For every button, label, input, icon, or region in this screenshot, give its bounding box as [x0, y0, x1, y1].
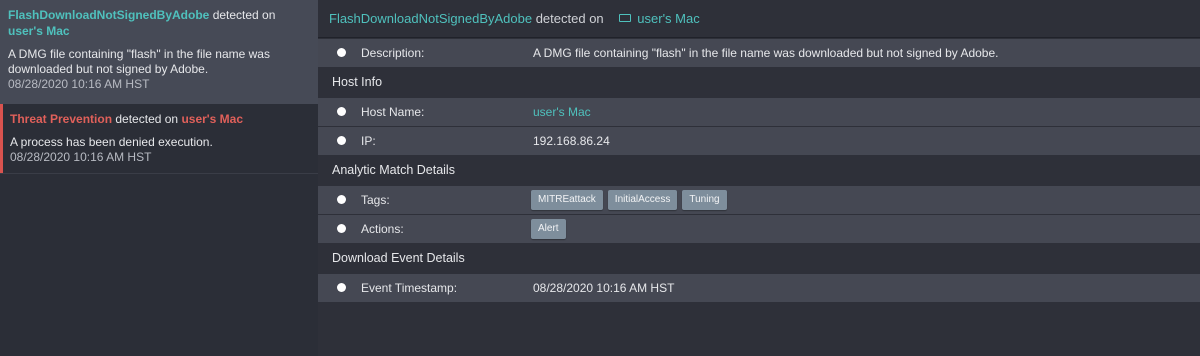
actions-label: Actions:: [361, 222, 404, 236]
tag-chip[interactable]: InitialAccess: [607, 190, 678, 210]
alert-description: A process has been denied execution.: [10, 135, 213, 149]
tags-row: Tags: MITREattack InitialAccess Tuning: [318, 186, 1200, 214]
alert-time: 08/28/2020 10:16 AM HST: [8, 77, 150, 91]
description-label: Description:: [361, 46, 425, 60]
alert-name[interactable]: Threat Prevention: [10, 112, 112, 126]
bullet-icon: [337, 224, 346, 233]
event-timestamp-row: Event Timestamp: 08/28/2020 10:16 AM HST: [318, 274, 1200, 302]
tag-chip[interactable]: MITREattack: [531, 190, 603, 210]
host-name-row: Host Name: user's Mac: [318, 98, 1200, 126]
alert-time: 08/28/2020 10:16 AM HST: [10, 150, 152, 164]
detail-header: FlashDownloadNotSignedByAdobe detected o…: [318, 0, 1200, 38]
detail-detected-on: detected on: [535, 11, 604, 26]
description-value: A DMG file containing "flash" in the fil…: [533, 46, 999, 60]
alert-host[interactable]: user's Mac: [181, 112, 243, 126]
bullet-icon: [337, 283, 346, 292]
detail-host-link[interactable]: user's Mac: [637, 11, 699, 26]
alert-list-item-threat-prevention[interactable]: Threat Prevention detected on user's Mac…: [0, 104, 318, 174]
alert-title: Threat Prevention detected on user's Mac: [10, 111, 310, 127]
host-name-label: Host Name:: [361, 105, 425, 119]
host-info-heading: Host Info: [332, 75, 383, 89]
bullet-icon: [337, 48, 346, 57]
actions-row: Actions: Alert: [318, 215, 1200, 243]
ip-label: IP:: [361, 134, 376, 148]
description-row: Description: A DMG file containing "flas…: [318, 39, 1200, 67]
ip-value: 192.168.86.24: [533, 134, 610, 148]
detail-alert-name[interactable]: FlashDownloadNotSignedByAdobe: [329, 11, 532, 26]
action-chip[interactable]: Alert: [531, 219, 566, 239]
alert-description: A DMG file containing "flash" in the fil…: [8, 47, 270, 76]
alert-list: FlashDownloadNotSignedByAdobe detected o…: [0, 0, 318, 356]
action-list: Alert: [531, 219, 566, 239]
alert-title: FlashDownloadNotSignedByAdobe detected o…: [8, 7, 310, 39]
host-name-link[interactable]: user's Mac: [533, 105, 591, 119]
tag-chip[interactable]: Tuning: [682, 190, 727, 210]
event-timestamp-label: Event Timestamp:: [361, 281, 458, 295]
ip-row: IP: 192.168.86.24: [318, 127, 1200, 155]
detected-on-text: detected on: [115, 112, 179, 126]
tag-list: MITREattack InitialAccess Tuning: [531, 190, 727, 210]
download-event-heading: Download Event Details: [332, 251, 465, 265]
alert-list-item-flash[interactable]: FlashDownloadNotSignedByAdobe detected o…: [0, 0, 318, 104]
bullet-icon: [337, 195, 346, 204]
alert-host[interactable]: user's Mac: [8, 24, 70, 38]
severity-bar: [0, 104, 3, 173]
bullet-icon: [337, 107, 346, 116]
detected-on-text: detected on: [212, 8, 276, 22]
analytic-match-heading: Analytic Match Details: [332, 163, 455, 177]
tags-label: Tags:: [361, 193, 390, 207]
alert-name[interactable]: FlashDownloadNotSignedByAdobe: [8, 8, 209, 22]
event-timestamp-value: 08/28/2020 10:16 AM HST: [533, 281, 675, 295]
alert-detail-panel: FlashDownloadNotSignedByAdobe detected o…: [318, 0, 1200, 356]
computer-icon: [619, 14, 632, 22]
bullet-icon: [337, 136, 346, 145]
